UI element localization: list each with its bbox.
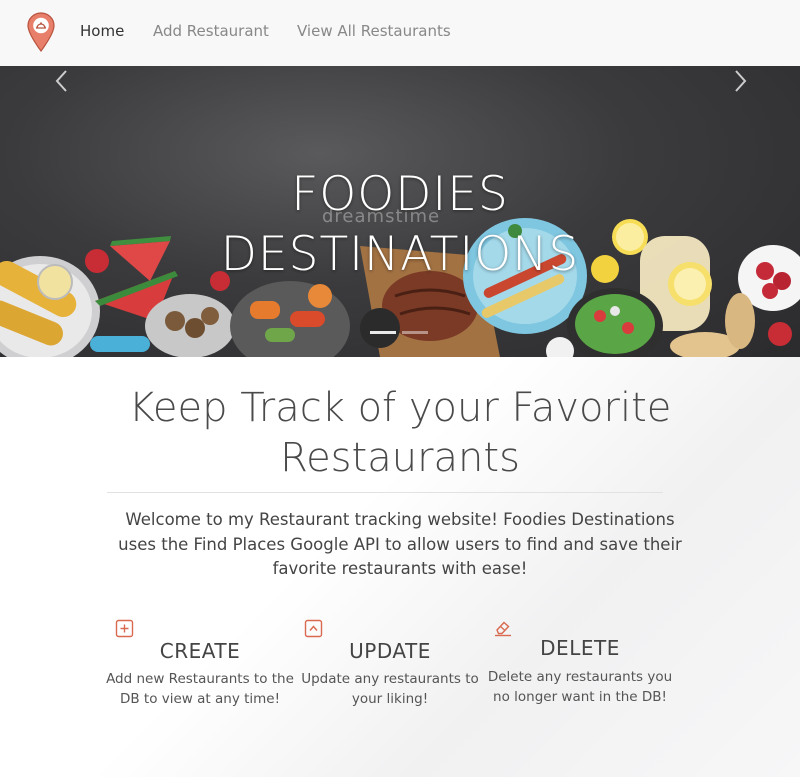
- navbar: Home Add Restaurant View All Restaurants: [0, 0, 800, 66]
- hero-title-line2: DESTINATIONS: [220, 227, 580, 282]
- carousel-indicator[interactable]: [402, 331, 428, 334]
- carousel-indicator[interactable]: [370, 331, 396, 334]
- feature-title: CREATE: [159, 639, 241, 663]
- feature-description: Delete any restaurants you no longer wan…: [487, 669, 673, 705]
- caret-up-square-icon: [304, 619, 323, 638]
- eraser-icon: [495, 621, 511, 637]
- divider: [107, 492, 663, 493]
- chevron-right-icon[interactable]: [730, 66, 750, 96]
- chevron-left-icon[interactable]: [52, 66, 72, 96]
- plus-square-icon: [115, 619, 134, 638]
- nav-add-restaurant-link[interactable]: Add Restaurant: [153, 22, 269, 40]
- hero-title-line1: FOODIES: [291, 167, 509, 222]
- nav-home-link[interactable]: Home: [80, 22, 124, 40]
- nav-view-all-restaurants-link[interactable]: View All Restaurants: [297, 22, 451, 40]
- feature-title: UPDATE: [349, 639, 431, 663]
- map-pin-icon[interactable]: [27, 12, 55, 52]
- intro-text: Welcome to my Restaurant tracking websit…: [118, 510, 682, 578]
- page-headline: Keep Track of your Favorite Restaurants: [128, 385, 672, 481]
- feature-description: Add new Restaurants to the DB to view at…: [106, 671, 294, 707]
- carousel-indicators: [370, 331, 428, 334]
- hero-carousel: dreamstime FOODIES DESTINATIONS: [0, 66, 800, 357]
- feature-description: Update any restaurants to your liking!: [301, 671, 479, 707]
- feature-title: DELETE: [540, 636, 620, 660]
